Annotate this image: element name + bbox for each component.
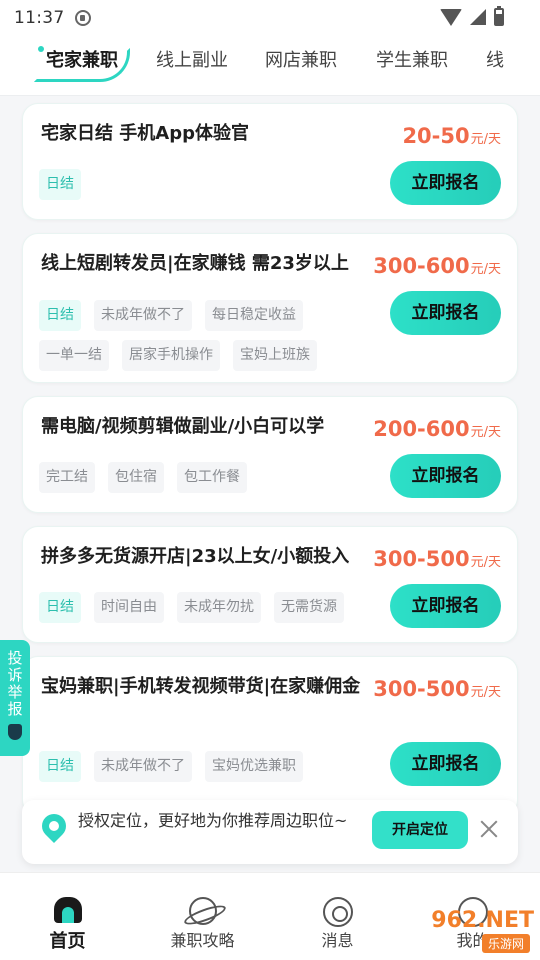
status-icons: [440, 6, 504, 26]
salary-amount: 200-600: [373, 417, 470, 441]
job-tag: 日结: [39, 169, 81, 200]
job-tag: 时间自由: [94, 592, 164, 623]
salary-unit: 元/天: [470, 555, 501, 570]
job-tag: 包住宿: [108, 462, 164, 493]
job-title: 拼多多无货源开店|23以上女/小额投入: [41, 546, 350, 567]
wifi-icon: [440, 8, 462, 26]
location-pin-icon: [37, 809, 71, 843]
salary-amount: 300-600: [373, 254, 470, 278]
job-tags: 日结 未成年做不了 每日稳定收益 一单一结 居家手机操作 宝妈上班族: [39, 300, 339, 371]
watermark-sub: 乐游网: [481, 934, 530, 953]
nav-messages-label: 消息: [321, 931, 354, 950]
tab-online-store-jobs[interactable]: 网店兼职: [265, 46, 337, 72]
salary-unit: 元/天: [470, 685, 501, 700]
job-tag: 宝妈优选兼职: [205, 751, 303, 782]
location-prompt: 授权定位，更好地为你推荐周边职位~ 开启定位: [22, 800, 518, 864]
job-card[interactable]: 线上短剧转发员|在家赚钱 需23岁以上 300-600 元/天 日结 未成年做不…: [22, 233, 518, 383]
battery-icon: [494, 6, 504, 26]
job-tags: 日结 时间自由 未成年勿扰 无需货源: [39, 592, 344, 623]
enable-location-button[interactable]: 开启定位: [372, 811, 468, 849]
tab-home-jobs[interactable]: 宅家兼职: [46, 46, 118, 72]
apply-button[interactable]: 立即报名: [390, 291, 501, 335]
watermark-brand: 962.NET: [431, 908, 534, 933]
job-tag: 完工结: [39, 462, 95, 493]
job-salary: 300-600 元/天: [373, 254, 501, 278]
salary-unit: 元/天: [470, 425, 501, 440]
apply-button[interactable]: 立即报名: [390, 584, 501, 628]
job-title: 宝妈兼职|手机转发视频带货|在家赚佣金: [41, 676, 361, 697]
salary-amount: 300-500: [373, 547, 470, 571]
shield-icon: [8, 724, 22, 740]
signal-icon: [470, 9, 486, 25]
salary-amount: 300-500: [373, 677, 470, 701]
job-card[interactable]: 拼多多无货源开店|23以上女/小额投入 300-500 元/天 日结 时间自由 …: [22, 526, 518, 643]
report-button[interactable]: 投诉举报: [0, 640, 30, 756]
home-icon: [53, 897, 82, 923]
job-tag: 未成年勿扰: [177, 592, 261, 623]
apply-button[interactable]: 立即报名: [390, 161, 501, 205]
job-title: 需电脑/视频剪辑做副业/小白可以学: [41, 416, 325, 437]
job-title: 宅家日结 手机App体验官: [41, 123, 249, 144]
job-title: 线上短剧转发员|在家赚钱 需23岁以上: [41, 253, 349, 274]
job-tag: 日结: [39, 751, 81, 782]
salary-amount: 20-50: [402, 124, 470, 148]
nav-guides-label: 兼职攻略: [170, 931, 235, 950]
job-card[interactable]: 需电脑/视频剪辑做副业/小白可以学 200-600 元/天 完工结 包住宿 包工…: [22, 396, 518, 513]
message-icon: [322, 897, 353, 927]
status-time: 11:37: [14, 8, 65, 28]
job-card[interactable]: 宝妈兼职|手机转发视频带货|在家赚佣金 300-500 元/天 日结 未成年做不…: [22, 656, 518, 816]
apply-button[interactable]: 立即报名: [390, 742, 501, 786]
nav-home[interactable]: 首页: [0, 873, 135, 960]
status-bar: 11:37: [0, 0, 540, 36]
job-tag: 未成年做不了: [94, 751, 192, 782]
job-tag: 宝妈上班族: [233, 340, 317, 371]
shield-icon: [74, 10, 91, 26]
nav-guides[interactable]: 兼职攻略: [135, 873, 270, 960]
job-tag: 每日稳定收益: [205, 300, 303, 331]
apply-button[interactable]: 立即报名: [390, 454, 501, 498]
nav-messages[interactable]: 消息: [270, 873, 405, 960]
job-salary: 300-500 元/天: [373, 547, 501, 571]
location-message: 授权定位，更好地为你推荐周边职位~: [78, 811, 348, 830]
job-salary: 300-500 元/天: [373, 677, 501, 701]
report-label: 投诉举报: [5, 650, 24, 718]
planet-icon: [188, 897, 217, 925]
nav-home-label: 首页: [49, 931, 86, 952]
salary-unit: 元/天: [470, 262, 501, 277]
job-tags: 日结 未成年做不了 宝妈优选兼职: [39, 751, 339, 782]
tab-student-jobs[interactable]: 学生兼职: [376, 46, 448, 72]
job-tag: 日结: [39, 300, 81, 331]
job-tag: 包工作餐: [177, 462, 247, 493]
job-tags: 完工结 包住宿 包工作餐: [39, 462, 247, 493]
job-card[interactable]: 宅家日结 手机App体验官 20-50 元/天 日结 立即报名: [22, 103, 518, 220]
salary-unit: 元/天: [470, 132, 501, 147]
job-tag: 未成年做不了: [94, 300, 192, 331]
job-salary: 200-600 元/天: [373, 417, 501, 441]
job-tag: 日结: [39, 592, 81, 623]
job-tag: 居家手机操作: [122, 340, 220, 371]
tab-more[interactable]: 线: [486, 46, 504, 72]
category-tabs: 宅家兼职 线上副业 网店兼职 学生兼职 线: [0, 36, 540, 96]
job-tag: 无需货源: [274, 592, 344, 623]
job-tags: 日结: [39, 169, 81, 200]
close-icon[interactable]: [478, 818, 500, 840]
job-salary: 20-50 元/天: [402, 124, 501, 148]
job-tag: 一单一结: [39, 340, 109, 371]
tab-online-side-jobs[interactable]: 线上副业: [156, 46, 228, 72]
